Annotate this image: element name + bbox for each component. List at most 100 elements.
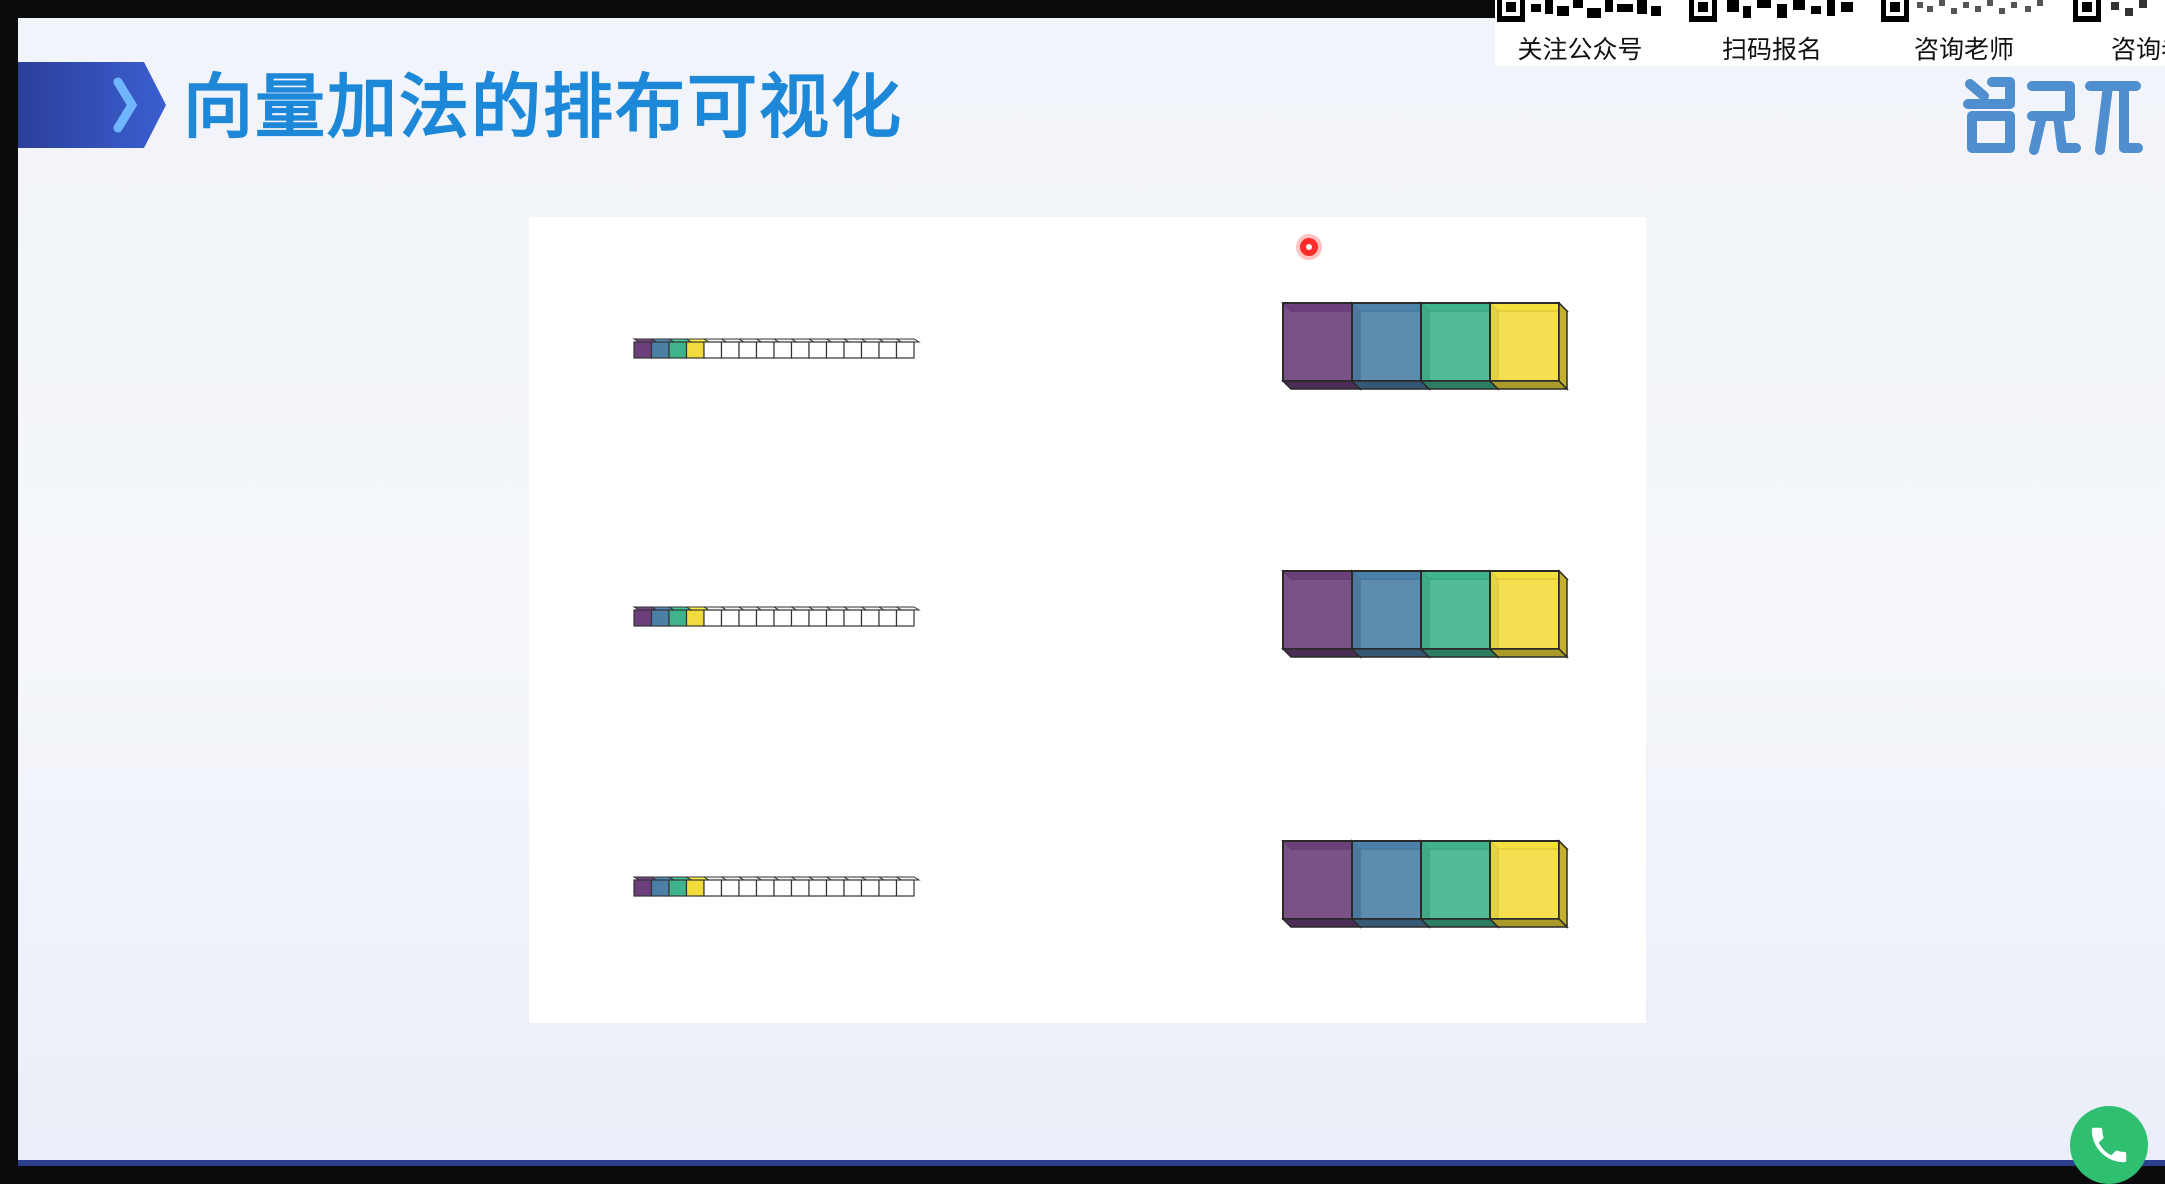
strip-cell [860, 341, 880, 359]
strip-cell [895, 341, 915, 359]
strip-cell [878, 879, 898, 897]
cube-bottom [1419, 380, 1500, 390]
cube-front [1489, 840, 1560, 920]
strip-cell [895, 879, 915, 897]
strip-cell [773, 341, 793, 359]
strip-cell [790, 879, 810, 897]
cube-side [1558, 301, 1568, 391]
strip-cell [755, 609, 775, 627]
strip-cell [773, 879, 793, 897]
cube-front [1420, 840, 1491, 920]
cube-bottom [1488, 648, 1569, 658]
cube-side [1558, 569, 1568, 659]
strip-cell [755, 879, 775, 897]
qr-label-consult-2: 咨询老 [2111, 35, 2165, 64]
laser-pointer [1300, 238, 1318, 256]
cube-bottom [1281, 380, 1362, 390]
strip-cell [685, 609, 705, 627]
presentation-slide: 向量加法的排布可视化 [18, 18, 2165, 1166]
strip-cell [895, 609, 915, 627]
memory-strip [632, 338, 921, 359]
cube-bottom [1281, 918, 1362, 928]
qr-label-follow: 关注公众号 [1517, 35, 1643, 64]
strip-cell [808, 341, 828, 359]
strip-cell [650, 609, 670, 627]
cube-front [1282, 840, 1353, 920]
strip-cell [860, 879, 880, 897]
strip-cell [808, 609, 828, 627]
cube-bottom [1281, 648, 1362, 658]
strip-cell [843, 879, 863, 897]
slide-bottom-bar [18, 1160, 2165, 1166]
title-chevron-icon [18, 62, 166, 148]
strip-cell [685, 879, 705, 897]
cube-front [1351, 302, 1422, 382]
qr-code-panel: 关注公众号 扫码报名 咨询老师 咨询老 [1495, 0, 2165, 66]
cube-front [1351, 840, 1422, 920]
strip-cell [843, 341, 863, 359]
call-button[interactable] [2070, 1106, 2148, 1184]
strip-cell [703, 609, 723, 627]
strip-cell [703, 879, 723, 897]
cube-front [1489, 570, 1560, 650]
strip-cell [633, 341, 653, 359]
cube-front [1282, 570, 1353, 650]
phone-icon [2091, 1127, 2127, 1163]
strip-cell [720, 879, 740, 897]
strip-cell [650, 341, 670, 359]
slide-title: 向量加法的排布可视化 [183, 66, 903, 148]
cube-bottom [1488, 380, 1569, 390]
strip-cell [633, 879, 653, 897]
cube-bottom [1419, 918, 1500, 928]
cube-front [1420, 302, 1491, 382]
cube-bottom [1350, 380, 1431, 390]
strip-cell [755, 341, 775, 359]
strip-cell [668, 341, 688, 359]
strip-cell [825, 341, 845, 359]
cube-bottom [1350, 648, 1431, 658]
strip-cell [720, 341, 740, 359]
cube-side [1558, 839, 1568, 929]
cube-front [1489, 302, 1560, 382]
memory-strip [632, 606, 921, 627]
vector-layout-figure [632, 301, 1569, 929]
strip-cell [650, 879, 670, 897]
vector-blocks [1281, 839, 1569, 929]
qr-code-icon [2073, 0, 2147, 22]
qr-label-signup: 扫码报名 [1721, 35, 1822, 64]
strip-cell [668, 609, 688, 627]
cube-front [1282, 302, 1353, 382]
strip-cell [703, 341, 723, 359]
cube-front [1420, 570, 1491, 650]
strip-cell [860, 609, 880, 627]
strip-cell [773, 609, 793, 627]
cube-bottom [1350, 918, 1431, 928]
figure-panel [529, 217, 1646, 1023]
cube-front [1351, 570, 1422, 650]
strip-cell [720, 609, 740, 627]
strip-cell [878, 609, 898, 627]
memory-strip [632, 876, 921, 897]
strip-cell [790, 341, 810, 359]
strip-cell [738, 341, 758, 359]
qr-code-icon [1881, 0, 2043, 22]
brand-logo [1963, 77, 2143, 155]
vector-blocks [1281, 569, 1569, 659]
vector-blocks [1281, 301, 1569, 391]
strip-cell [668, 879, 688, 897]
strip-cell [808, 879, 828, 897]
cube-bottom [1488, 918, 1569, 928]
strip-cell [685, 341, 705, 359]
strip-cell [738, 879, 758, 897]
strip-cell [825, 609, 845, 627]
strip-cell [790, 609, 810, 627]
qr-code-icon [1497, 0, 1661, 22]
cube-bottom [1419, 648, 1500, 658]
strip-cell [633, 609, 653, 627]
strip-cell [825, 879, 845, 897]
qr-code-icon [1689, 0, 1853, 22]
qr-label-consult: 咨询老师 [1913, 35, 2014, 64]
strip-cell [738, 609, 758, 627]
strip-cell [878, 341, 898, 359]
strip-cell [843, 609, 863, 627]
